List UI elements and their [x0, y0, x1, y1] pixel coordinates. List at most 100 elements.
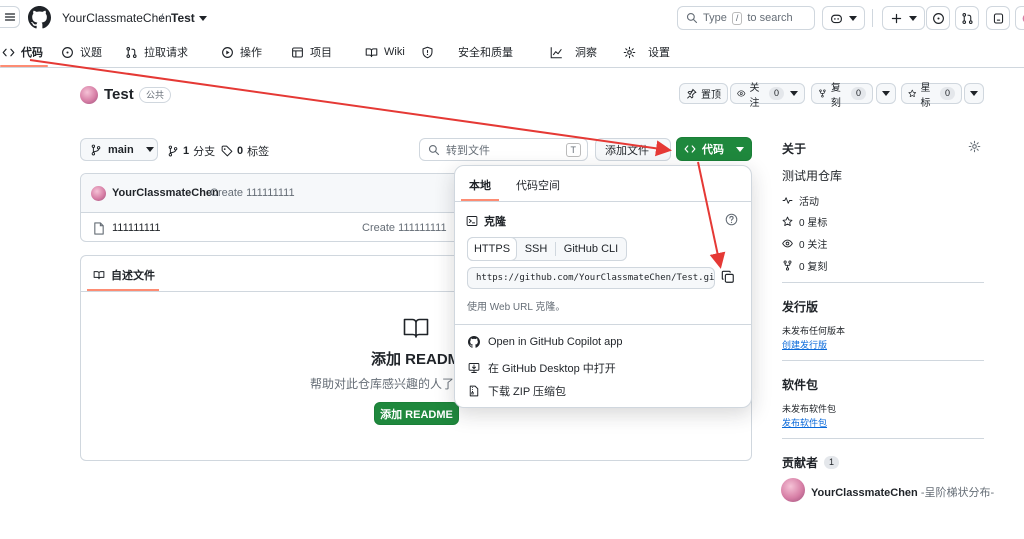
open-copilot-app[interactable]: Open in GitHub Copilot app	[468, 336, 623, 348]
panel-divider	[455, 201, 751, 202]
search-icon	[686, 12, 698, 24]
stars-link[interactable]: 0 星标	[782, 214, 827, 229]
contributors-count: 1	[824, 456, 840, 469]
tab-wiki-label: Wiki	[384, 46, 405, 58]
star-button[interactable]: 星标 0	[901, 83, 962, 109]
branch-selector[interactable]: main	[80, 138, 158, 161]
shield-icon	[422, 46, 433, 58]
header-divider	[872, 9, 873, 27]
tab-code[interactable]: 代码	[2, 36, 43, 68]
avatar-icon	[1022, 14, 1024, 22]
copy-icon[interactable]	[721, 270, 735, 284]
issue-icon	[932, 12, 944, 24]
repo-breadcrumb-label: Test	[171, 11, 195, 25]
watch-label: 关注	[749, 82, 760, 109]
releases-heading[interactable]: 发行版	[782, 298, 818, 315]
branches-link[interactable]: 1 分支	[167, 143, 215, 159]
copilot-button[interactable]	[822, 6, 865, 30]
pin-label: 置顶	[701, 90, 721, 101]
contributors-heading[interactable]: 贡献者 1	[782, 454, 840, 471]
clone-title: 克隆	[484, 216, 506, 228]
avatar[interactable]	[781, 478, 805, 502]
readme-tab-label: 自述文件	[111, 270, 155, 282]
sidebar-divider	[782, 282, 984, 283]
download-zip[interactable]: 下载 ZIP 压缩包	[468, 383, 566, 399]
book-icon	[403, 318, 429, 338]
repo-title[interactable]: Test	[104, 86, 134, 103]
panel-divider	[455, 324, 751, 325]
forks-link[interactable]: 0 复刻	[782, 258, 827, 273]
star-icon	[908, 89, 917, 97]
open-github-desktop[interactable]: 在 GitHub Desktop 中打开	[468, 360, 616, 376]
inbox-button[interactable]	[986, 6, 1010, 30]
protocol-ssh-label: SSH	[524, 243, 548, 255]
about-heading: 关于	[782, 142, 807, 156]
go-to-file-input[interactable]: 转到文件 T	[419, 138, 588, 161]
clone-url-field[interactable]: https://github.com/YourClassmateChen/Tes…	[467, 267, 715, 289]
search-input[interactable]: Type / to search	[677, 6, 815, 30]
issues-button[interactable]	[926, 6, 950, 30]
tab-security[interactable]: 安全和质量	[421, 36, 513, 68]
tab-issues[interactable]: 议题	[61, 36, 102, 68]
book-icon	[365, 47, 378, 57]
owner-link[interactable]: YourClassmateChen	[62, 11, 172, 25]
activity-link[interactable]: 活动	[782, 193, 819, 208]
tab-settings[interactable]: 设置	[623, 36, 670, 68]
breadcrumb-separator: /	[160, 11, 164, 25]
pull-requests-button[interactable]	[955, 6, 979, 30]
contributor-link[interactable]: YourClassmateChen -呈阶梯状分布-	[811, 484, 994, 500]
create-release-link[interactable]: 创建发行版	[782, 338, 827, 351]
add-file-button[interactable]: 添加文件	[595, 138, 671, 161]
releases-note: 未发布任何版本	[782, 326, 846, 336]
protocol-https[interactable]: HTTPS	[467, 237, 517, 261]
code-button-label: 代码	[702, 144, 724, 156]
tab-insights[interactable]: 洞察	[550, 36, 597, 68]
protocol-cli[interactable]: GitHub CLI	[556, 238, 626, 260]
code-dropdown-button[interactable]: 代码	[676, 137, 752, 161]
tab-actions[interactable]: 操作	[221, 36, 262, 68]
watch-button[interactable]: 关注 0	[730, 83, 805, 109]
menu-button[interactable]	[0, 6, 20, 28]
watchers-label: 0 关注	[799, 240, 828, 251]
tab-local[interactable]: 本地	[469, 177, 491, 193]
add-readme-button[interactable]: 添加 README	[374, 402, 459, 425]
file-name[interactable]: 111111111	[112, 222, 161, 234]
code-icon	[684, 145, 696, 153]
clone-heading: 克隆	[466, 213, 506, 229]
star-dropdown-button[interactable]	[964, 83, 984, 104]
publish-package-link[interactable]: 发布软件包	[782, 416, 827, 429]
commit-message[interactable]: Create 111111111	[210, 187, 295, 199]
tab-insights-label: 洞察	[575, 47, 597, 59]
search-placeholder: Type	[703, 12, 727, 24]
contributor-alias: -呈阶梯状分布-	[917, 487, 995, 499]
tab-codespaces[interactable]: 代码空间	[516, 177, 560, 193]
avatar-button[interactable]	[1015, 6, 1024, 30]
gear-icon[interactable]	[968, 140, 981, 153]
watchers-link[interactable]: 0 关注	[782, 236, 827, 251]
github-logo-icon[interactable]	[28, 6, 51, 29]
file-commit-message[interactable]: Create 111111111	[362, 222, 447, 234]
annotation-arrow-to-code-button	[29, 59, 672, 157]
readme-tab[interactable]: 自述文件	[93, 267, 155, 283]
file-icon	[94, 222, 104, 235]
tab-projects[interactable]: 项目	[291, 36, 332, 68]
commit-author[interactable]: YourClassmateChen	[112, 187, 219, 199]
avatar[interactable]	[91, 186, 106, 201]
pin-button[interactable]: 置顶	[679, 83, 728, 104]
add-file-label: 添加文件	[605, 144, 649, 157]
table-icon	[292, 47, 303, 57]
tab-pull-requests[interactable]: 拉取请求	[125, 36, 188, 68]
fork-dropdown-button[interactable]	[876, 83, 896, 104]
branch-name: main	[108, 143, 134, 156]
packages-heading[interactable]: 软件包	[782, 376, 818, 393]
repo-breadcrumb[interactable]: Test	[171, 11, 207, 25]
create-new-button[interactable]	[882, 6, 925, 30]
protocol-ssh[interactable]: SSH	[517, 238, 555, 260]
forks-label: 0 复刻	[799, 262, 828, 273]
question-icon[interactable]	[725, 213, 738, 226]
fork-button[interactable]: 复刻 0	[811, 83, 873, 109]
hamburger-icon	[4, 13, 15, 21]
tab-wiki[interactable]: Wiki	[365, 36, 405, 68]
tags-link[interactable]: 0 标签	[221, 143, 269, 159]
repo-owner-avatar[interactable]	[80, 86, 98, 104]
